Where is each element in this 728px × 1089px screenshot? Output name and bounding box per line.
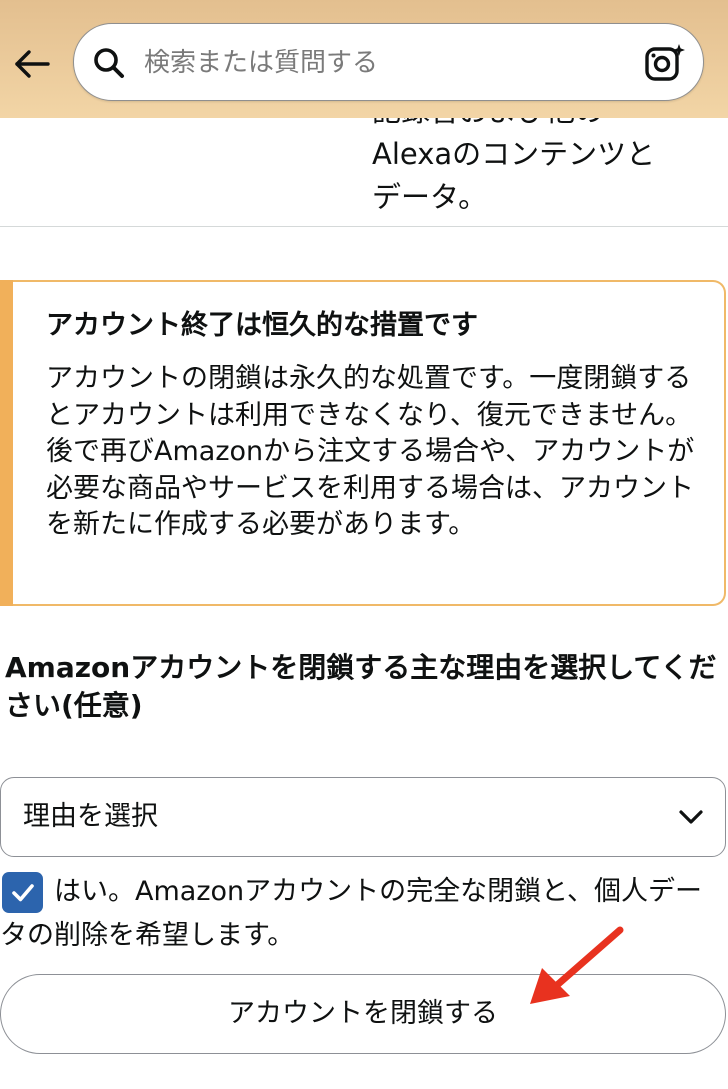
account-closure-page: 記録音および他の Alexaのコンテンツと データ。 アカウント終了は恒久的な措… — [0, 0, 728, 1089]
header-bar — [0, 0, 728, 118]
arrow-left-icon — [15, 50, 50, 78]
annotation-arrow-icon — [530, 926, 624, 1004]
reason-heading: Amazonアカウントを閉鎖する主な理由を選択してください(任意) — [5, 651, 717, 722]
warning-alert: アカウント終了は恒久的な措置です アカウントの閉鎖は永久的な処置です。一度閉鎖す… — [0, 280, 726, 606]
search-input[interactable] — [144, 43, 624, 83]
alexa-text-line-3: データ。 — [372, 180, 488, 214]
alexa-text-line-2: Alexaのコンテンツと — [372, 137, 656, 171]
reason-select-value: 理由を選択 — [23, 801, 158, 832]
search-icon — [94, 48, 124, 78]
section-divider — [0, 226, 728, 227]
alert-body: アカウントの閉鎖は永久的な処置です。一度閉鎖するとアカウントは利用できなくなり、… — [46, 363, 695, 540]
confirm-checkbox[interactable] — [2, 872, 43, 913]
chevron-down-icon — [679, 810, 703, 824]
checkmark-icon — [11, 883, 34, 901]
reason-select[interactable]: 理由を選択 — [0, 777, 726, 857]
alert-accent-bar — [0, 280, 13, 606]
back-button[interactable] — [10, 44, 54, 84]
close-account-button-label: アカウントを閉鎖する — [228, 998, 498, 1029]
camera-icon[interactable] — [643, 42, 687, 84]
search-bar[interactable] — [73, 23, 704, 101]
alert-title: アカウント終了は恒久的な措置です — [46, 310, 478, 341]
